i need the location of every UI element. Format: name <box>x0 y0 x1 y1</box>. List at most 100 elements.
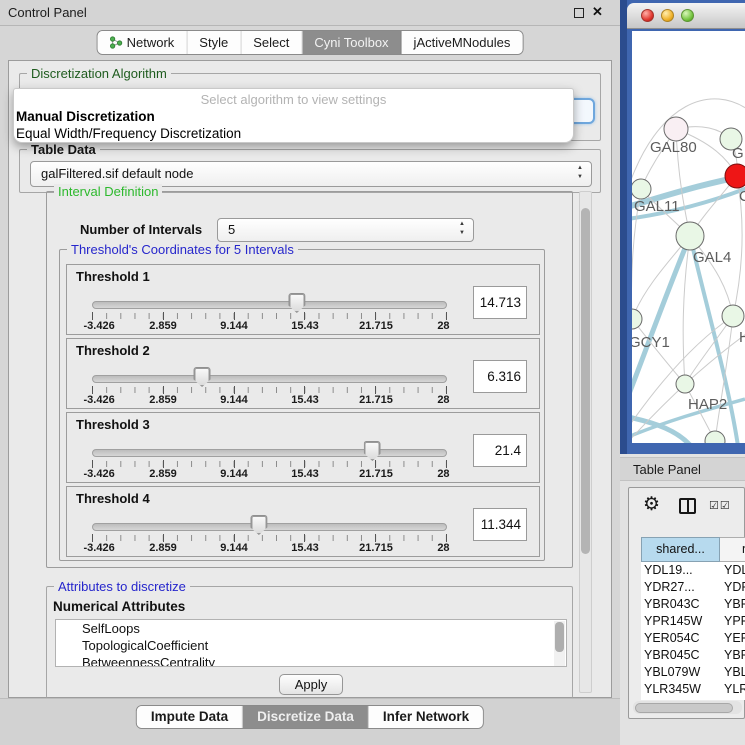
network-window: GAL80 G. C GAL11 GAL4 GCY1 H HAP2 <box>620 0 745 454</box>
combobox-spinner-icon: ▲ ▼ <box>577 164 583 182</box>
num-intervals-label: Number of Intervals <box>80 222 202 237</box>
table-row[interactable]: YDR27...YDR2 <box>641 579 745 596</box>
network-canvas[interactable]: GAL80 G. C GAL11 GAL4 GCY1 H HAP2 <box>632 31 745 443</box>
checkbox-icons[interactable]: ☑☑ <box>709 499 731 512</box>
algorithm-option-equal-width[interactable]: Equal Width/Frequency Discretization <box>16 126 241 141</box>
panel-title: Control Panel <box>8 5 87 20</box>
slider-tick-labels: -3.426 2.859 9.144 15.43 21.715 28 <box>92 320 447 332</box>
network-graph: GAL80 G. C GAL11 GAL4 GCY1 H HAP2 <box>632 31 745 443</box>
node-gal80[interactable] <box>664 117 688 141</box>
table-row[interactable]: YBR043CYBR0 <box>641 596 745 613</box>
control-panel: Control Panel ✕ Network Style Select Cyn… <box>0 0 620 745</box>
table-panel: ⚙ ☑☑ shared... na YDL19...YDL1 YDR27...Y… <box>628 487 745 719</box>
node-gal4[interactable] <box>676 222 704 250</box>
list-item[interactable]: SelfLoops <box>56 620 566 637</box>
tab-network[interactable]: Network <box>98 31 188 54</box>
thresholds-group: Threshold's Coordinates for 5 Intervals … <box>59 249 545 561</box>
discretization-algorithm-title: Discretization Algorithm <box>27 66 171 81</box>
attributes-group-title: Attributes to discretize <box>54 579 190 594</box>
minimize-traffic-light-icon[interactable] <box>661 9 674 22</box>
table-row[interactable]: YIL052CYIL0 <box>641 698 745 700</box>
node-hap2[interactable] <box>676 375 694 393</box>
slider-tick-labels: -3.426 2.859 9.144 15.43 21.715 28 <box>92 468 447 480</box>
list-scrollbar[interactable] <box>554 621 565 667</box>
slider-handle[interactable] <box>364 441 381 461</box>
algorithm-placeholder-option[interactable]: Select algorithm to view settings <box>14 92 573 107</box>
threshold-value-field[interactable]: 6.316 <box>473 360 527 393</box>
slider-ticks <box>92 387 447 393</box>
node-label: C <box>739 188 745 205</box>
network-window-titlebar[interactable] <box>627 3 745 29</box>
bottom-strip: Impute Data Discretize Data Infer Networ… <box>0 698 620 745</box>
slider-handle[interactable] <box>194 367 211 387</box>
right-column: GAL80 G. C GAL11 GAL4 GCY1 H HAP2 Table … <box>620 0 745 745</box>
slider-ticks <box>92 535 447 541</box>
algorithm-dropdown-popup: Select algorithm to view settings Manual… <box>13 88 574 143</box>
tab-cyni-toolbox[interactable]: Cyni Toolbox <box>302 31 401 54</box>
node-label: GAL80 <box>650 139 697 156</box>
table-row[interactable]: YPR145WYPR1 <box>641 613 745 630</box>
interval-definition-title: Interval Definition <box>54 184 162 199</box>
slider-ticks <box>92 313 447 319</box>
threshold-value-field[interactable]: 11.344 <box>473 508 527 541</box>
combobox-spinner-icon: ▲ ▼ <box>459 220 465 238</box>
tab-infer-network[interactable]: Infer Network <box>369 706 483 728</box>
float-window-icon[interactable] <box>574 8 584 18</box>
node-red-selected[interactable] <box>725 164 745 188</box>
slider-handle[interactable] <box>288 293 305 313</box>
scrollbar-thumb[interactable] <box>635 703 733 713</box>
slider-ticks <box>92 461 447 467</box>
gear-icon[interactable]: ⚙ <box>643 493 660 516</box>
table-data-title: Table Data <box>27 142 100 157</box>
node-gal11[interactable] <box>632 179 651 199</box>
table-row[interactable]: YBL079WYBL0 <box>641 664 745 681</box>
table-row[interactable]: YER054CYER0 <box>641 630 745 647</box>
node-label: G. <box>732 145 745 162</box>
numerical-attributes-label: Numerical Attributes <box>53 599 185 614</box>
table-row[interactable]: YBR045CYBR0 <box>641 647 745 664</box>
apply-button[interactable]: Apply <box>279 674 343 695</box>
tab-select[interactable]: Select <box>241 31 302 54</box>
slider-handle[interactable] <box>250 515 267 535</box>
window-edge <box>620 0 627 454</box>
algorithm-option-manual[interactable]: Manual Discretization <box>16 109 155 124</box>
list-item[interactable]: BetweennessCentrality <box>56 654 566 667</box>
node-label: GCY1 <box>632 334 670 351</box>
node-bottom[interactable] <box>705 431 725 443</box>
table-header-row: shared... na <box>641 537 745 562</box>
close-icon[interactable]: ✕ <box>592 4 603 20</box>
tab-discretize-data[interactable]: Discretize Data <box>243 706 369 728</box>
top-tab-bar: Network Style Select Cyni Toolbox jActiv… <box>97 30 524 55</box>
close-traffic-light-icon[interactable] <box>641 9 654 22</box>
panel-scrollbar[interactable] <box>579 191 592 693</box>
node-gcy1[interactable] <box>632 309 642 329</box>
tab-style[interactable]: Style <box>187 31 241 54</box>
table-row[interactable]: YLR345WYLR3 <box>641 681 745 698</box>
tab-impute-data[interactable]: Impute Data <box>137 706 243 728</box>
node-label: HAP2 <box>688 396 727 413</box>
bottom-tab-bar: Impute Data Discretize Data Infer Networ… <box>136 705 484 729</box>
table-horizontal-scrollbar[interactable] <box>633 701 742 714</box>
column-header-shared[interactable]: shared... <box>641 537 720 562</box>
column-header-name[interactable]: na <box>720 537 745 562</box>
num-intervals-combobox[interactable]: 5 ▲ ▼ <box>217 218 474 242</box>
threshold-value-field[interactable]: 14.713 <box>473 286 527 319</box>
tab-jactivemnodules[interactable]: jActiveMNodules <box>402 31 523 54</box>
node-label: H <box>739 329 745 346</box>
numerical-attributes-list[interactable]: SelfLoops TopologicalCoefficient Between… <box>55 619 567 667</box>
zoom-traffic-light-icon[interactable] <box>681 9 694 22</box>
list-item[interactable]: TopologicalCoefficient <box>56 637 566 654</box>
slider-tick-labels: -3.426 2.859 9.144 15.43 21.715 28 <box>92 394 447 406</box>
threshold-value-field[interactable]: 21.4 <box>473 434 527 467</box>
node-label: GAL4 <box>693 249 731 266</box>
network-icon <box>110 36 123 49</box>
table-body[interactable]: YDL19...YDL1 YDR27...YDR2 YBR043CYBR0 YP… <box>641 562 745 700</box>
cyni-toolbox-panel: Discretization Algorithm Select algorith… <box>8 60 612 698</box>
scrollbar-thumb[interactable] <box>581 208 590 554</box>
columns-icon[interactable] <box>679 498 696 514</box>
node-h[interactable] <box>722 305 744 327</box>
table-row[interactable]: YDL19...YDL1 <box>641 562 745 579</box>
threshold-row-3: Threshold 3 -3.426 2.859 9.144 15.43 21.… <box>66 412 540 483</box>
threshold-row-1: Threshold 1 -3.426 2.859 9.144 15.43 21.… <box>66 264 540 335</box>
slider-tick-labels: -3.426 2.859 9.144 15.43 21.715 28 <box>92 542 447 554</box>
